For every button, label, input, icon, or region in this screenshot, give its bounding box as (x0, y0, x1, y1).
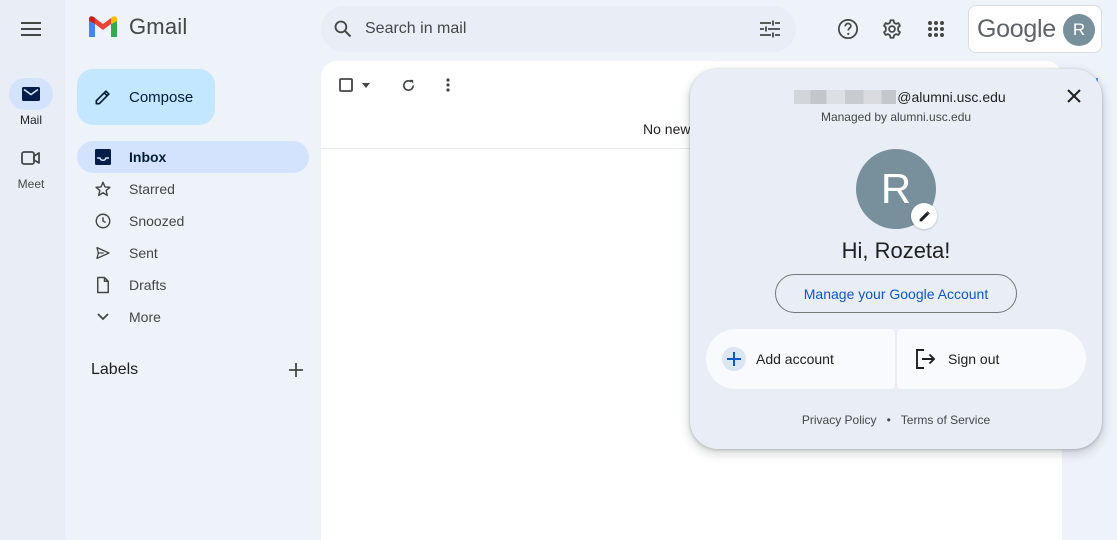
nav-item-more[interactable]: More (77, 301, 309, 333)
nav-label-drafts: Drafts (129, 277, 167, 293)
edit-pencil-icon (919, 210, 930, 221)
logout-icon (914, 347, 938, 371)
add-circle (722, 347, 746, 371)
redacted-username (794, 90, 897, 104)
nav-item-drafts[interactable]: Drafts (77, 269, 309, 301)
main-menu-button[interactable] (11, 9, 51, 49)
rail-pill-mail (9, 78, 53, 110)
hamburger-icon (21, 22, 41, 36)
footer-separator: • (886, 413, 891, 427)
add-account-button[interactable]: Add account (706, 329, 895, 389)
clock-icon (94, 212, 112, 230)
greeting-text: Hi, Rozeta! (841, 238, 951, 263)
video-icon (21, 151, 40, 165)
apps-button[interactable] (916, 9, 956, 49)
rail-item-meet[interactable]: Meet (0, 142, 62, 191)
gear-icon (883, 19, 901, 39)
gmail-logo[interactable]: Gmail (87, 14, 187, 40)
nav-item-sent[interactable]: Sent (77, 237, 309, 269)
account-button[interactable]: Google R (968, 5, 1102, 53)
nav-item-snoozed[interactable]: Snoozed (77, 205, 309, 237)
nav-item-starred[interactable]: Starred (77, 173, 309, 205)
account-actions: Add account Sign out (706, 329, 1086, 389)
nav-label-sent: Sent (129, 245, 158, 261)
compose-label: Compose (129, 88, 194, 106)
managed-by-text: Managed by alumni.usc.edu (820, 110, 972, 124)
search-options-button[interactable] (760, 20, 780, 38)
search-bar (321, 6, 796, 52)
pencil-icon (95, 90, 110, 105)
search-icon (334, 20, 352, 38)
draft-icon (94, 276, 112, 294)
mail-icon (22, 87, 40, 101)
inbox-icon (94, 148, 112, 166)
tune-icon (760, 20, 780, 38)
change-photo-button[interactable] (911, 203, 937, 229)
add-account-label: Add account (756, 351, 834, 367)
caret-down-icon (362, 82, 370, 88)
help-icon (837, 18, 859, 40)
labels-section: Labels (91, 358, 303, 382)
nav-label-more: More (129, 309, 161, 325)
send-icon (94, 244, 112, 262)
email-domain: @alumni.usc.edu (897, 89, 1006, 105)
more-vert-icon (446, 78, 450, 92)
compose-button[interactable]: Compose (77, 69, 215, 125)
refresh-button[interactable] (388, 69, 428, 101)
checkbox-icon (339, 78, 353, 92)
close-icon (1067, 89, 1081, 103)
apps-grid-icon (928, 21, 944, 37)
manage-account-button[interactable]: Manage your Google Account (775, 274, 1017, 313)
google-logo: Google (977, 14, 1056, 43)
terms-of-service-link[interactable]: Terms of Service (901, 413, 990, 427)
gmail-m-icon (89, 16, 117, 37)
empty-inbox-message: No new (643, 121, 691, 137)
plus-icon (289, 363, 303, 377)
rail-label-meet: Meet (17, 177, 45, 191)
star-icon (94, 180, 112, 198)
search-input[interactable] (365, 20, 760, 38)
rail-pill-meet (9, 142, 53, 174)
sign-out-button[interactable]: Sign out (897, 329, 1086, 389)
plus-icon (727, 352, 741, 366)
nav-item-inbox[interactable]: Inbox (77, 141, 309, 173)
rail-item-mail[interactable]: Mail (0, 78, 62, 127)
support-button[interactable] (828, 9, 868, 49)
privacy-policy-link[interactable]: Privacy Policy (802, 413, 877, 427)
refresh-icon (402, 79, 414, 91)
rail-label-mail: Mail (19, 113, 42, 127)
navigation-rail: Mail Meet (0, 0, 65, 540)
select-checkbox[interactable] (338, 69, 354, 101)
nav-label-starred: Starred (129, 181, 175, 197)
logo-text: Gmail (129, 14, 188, 39)
create-label-button[interactable] (289, 363, 303, 377)
more-options-button[interactable] (428, 69, 468, 101)
avatar: R (1063, 14, 1095, 46)
labels-title: Labels (91, 361, 139, 378)
chevron-down-icon (94, 308, 112, 326)
search-button[interactable] (333, 19, 353, 39)
account-email: @alumni.usc.edu (690, 89, 1102, 105)
sign-out-label: Sign out (948, 351, 1000, 367)
nav-label-snoozed: Snoozed (129, 213, 185, 229)
folder-list: Inbox Starred Snoozed Sent Drafts More (77, 141, 309, 333)
settings-button[interactable] (872, 9, 912, 49)
nav-label-inbox: Inbox (129, 149, 167, 165)
select-dropdown-button[interactable] (356, 69, 376, 101)
account-popup: @alumni.usc.edu Managed by alumni.usc.ed… (690, 69, 1102, 449)
close-popup-button[interactable] (1062, 84, 1086, 108)
popup-footer: Privacy Policy • Terms of Service (690, 413, 1102, 427)
